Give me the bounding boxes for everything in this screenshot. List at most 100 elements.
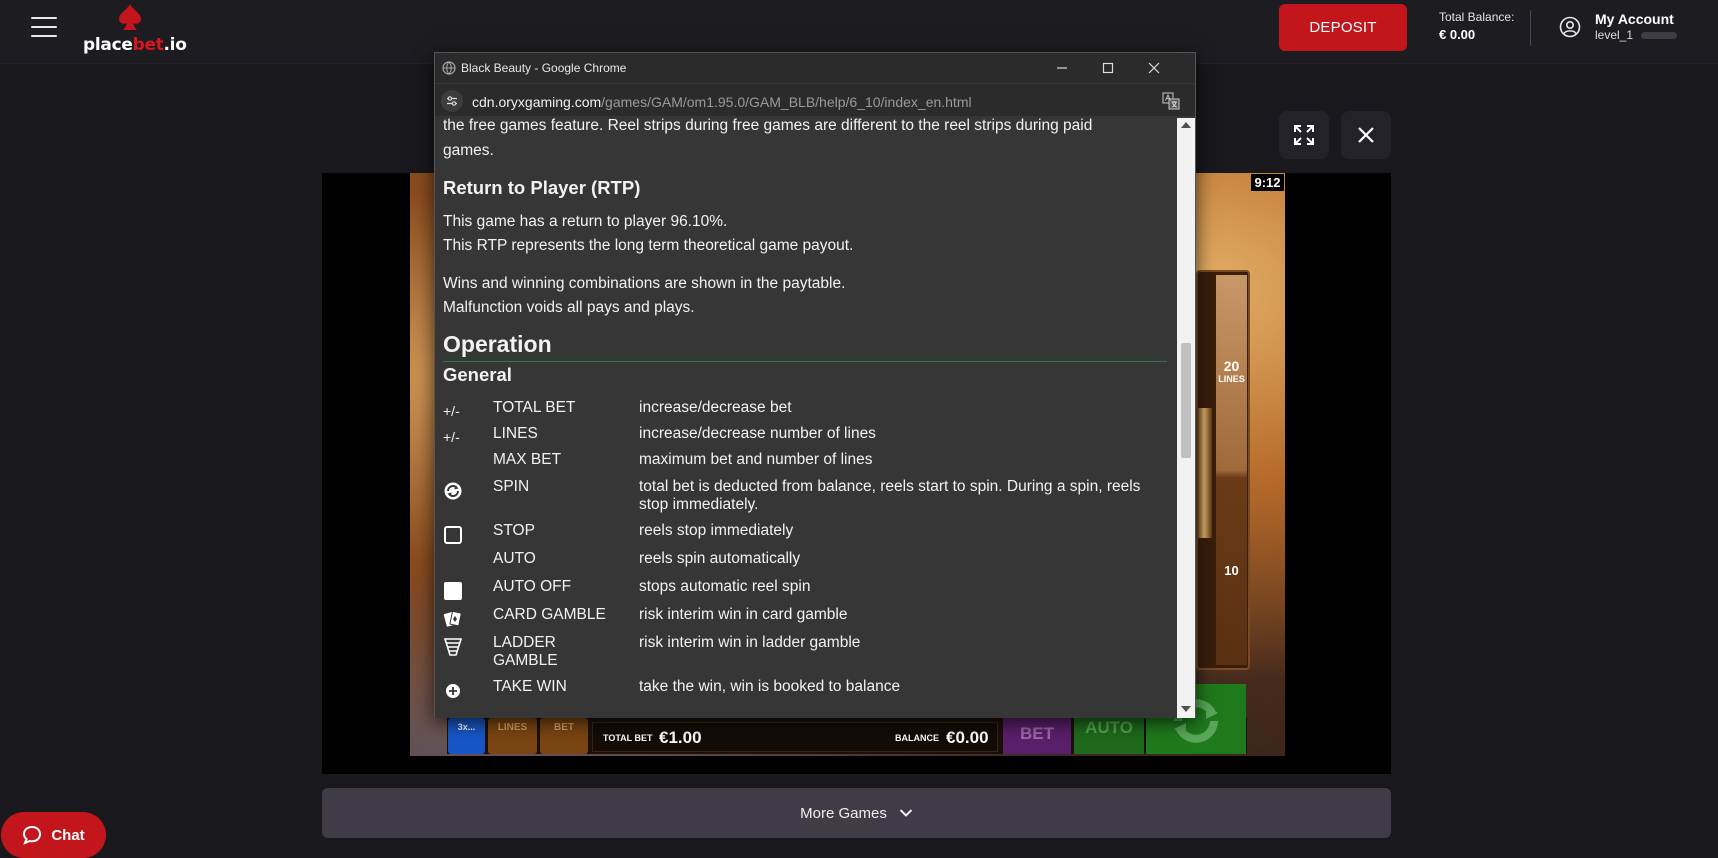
op-prefix: +/- [443, 403, 460, 419]
logo-wordmark: placebet.io [83, 35, 187, 55]
op-key: TOTAL BET [493, 399, 576, 416]
op-prefix: +/- [443, 429, 460, 445]
op-desc: reels stop immediately [639, 522, 794, 539]
account-name: My Account [1595, 11, 1674, 27]
chat-bubble-icon [23, 825, 42, 845]
intro-text-line-2: games. [443, 142, 494, 159]
translate-icon[interactable] [1162, 92, 1180, 110]
op-desc: risk interim win in card gamble [639, 606, 848, 623]
op-key: LADDER GAMBLE [493, 634, 558, 669]
game-balance-value: €0.00 [946, 728, 989, 747]
spin-icon [444, 482, 462, 500]
turbo-button[interactable]: 3x... [448, 718, 485, 754]
site-logo[interactable]: placebet.io [83, 3, 187, 55]
header-divider [1530, 10, 1531, 46]
auto-button[interactable]: AUTO [1074, 718, 1144, 754]
lines-label: LINES [1218, 374, 1245, 384]
site-info-button[interactable] [441, 90, 463, 112]
op-key: AUTO [493, 550, 536, 567]
more-games-button[interactable]: More Games [322, 788, 1391, 838]
op-key: STOP [493, 522, 535, 539]
op-desc: risk interim win in ladder gamble [639, 634, 861, 651]
popup-window-title: Black Beauty - Google Chrome [461, 61, 627, 75]
close-game-button[interactable] [1341, 111, 1391, 159]
minimize-icon [1057, 67, 1067, 69]
lines-button[interactable]: LINES [488, 718, 537, 754]
total-bet-label: TOTAL BET [603, 733, 653, 743]
address-bar[interactable]: cdn.oryxgaming.com/games/GAM/om1.95.0/GA… [435, 83, 1195, 116]
balance-value: € 0.00 [1439, 27, 1476, 42]
op-desc: total bet is deducted from balance, reel… [639, 478, 1141, 513]
bet-small-button[interactable]: BET [540, 718, 588, 754]
ladder-gamble-icon [443, 638, 463, 656]
help-page-content[interactable]: the free games feature. Reel strips duri… [435, 118, 1177, 718]
stop-square-icon [444, 526, 462, 544]
fullscreen-icon [1294, 125, 1314, 145]
op-key: CARD GAMBLE [493, 606, 606, 623]
close-icon [1358, 127, 1374, 143]
op-key: TAKE WIN [493, 678, 567, 695]
scroll-up-arrow-icon[interactable] [1181, 122, 1191, 128]
wins-text-line-2: Malfunction voids all pays and plays. [443, 299, 695, 316]
scrollbar-thumb[interactable] [1181, 343, 1191, 458]
help-popup-window: Black Beauty - Google Chrome cdn.oryxgam… [434, 52, 1196, 718]
lines-count: 20 [1223, 358, 1240, 374]
deposit-button[interactable]: DEPOSIT [1279, 4, 1407, 51]
popup-title-bar[interactable]: Black Beauty - Google Chrome [435, 53, 1195, 83]
op-key: LINES [493, 425, 538, 442]
intro-text-line-1: the free games feature. Reel strips duri… [443, 118, 1093, 134]
game-balance-label: BALANCE [895, 733, 939, 743]
op-desc: take the win, win is booked to balance [639, 678, 901, 695]
rtp-heading: Return to Player (RTP) [443, 177, 641, 198]
url-host: cdn.oryxgaming.com [472, 94, 602, 110]
op-desc: increase/decrease number of lines [639, 425, 876, 442]
reel-edge [1196, 408, 1212, 538]
game-clock: 9:12 [1251, 174, 1284, 191]
lines-indicator-20[interactable]: 20 LINES [1216, 358, 1247, 384]
level-progress-bar [1641, 32, 1677, 39]
wins-text-line-1: Wins and winning combinations are shown … [443, 275, 846, 292]
chevron-down-icon [899, 809, 913, 817]
total-balance: Total Balance: € 0.00 [1439, 10, 1514, 42]
op-desc: maximum bet and number of lines [639, 451, 873, 468]
op-key: SPIN [493, 478, 530, 495]
op-key: AUTO OFF [493, 578, 572, 595]
op-desc: reels spin automatically [639, 550, 801, 567]
hamburger-menu-icon[interactable] [31, 17, 57, 39]
rtp-text-line-2: This RTP represents the long term theore… [443, 237, 854, 254]
card-gamble-icon [443, 611, 462, 627]
maximize-button[interactable] [1085, 53, 1131, 83]
rtp-text-line-1: This game has a return to player 96.10%. [443, 213, 728, 230]
tune-icon [447, 96, 457, 106]
op-desc: increase/decrease bet [639, 399, 792, 416]
window-close-icon [1148, 62, 1160, 74]
my-account-button[interactable]: My Account level_1 [1559, 10, 1704, 46]
bet-balance-display: TOTAL BET €1.00 BALANCE €0.00 [592, 722, 998, 752]
auto-off-square-icon [444, 582, 462, 600]
maximize-icon [1102, 62, 1114, 74]
total-bet-value: €1.00 [659, 728, 702, 747]
bet-button[interactable]: BET [1003, 718, 1071, 754]
operation-heading-rule [443, 361, 1167, 362]
lines-indicator-10[interactable]: 10 [1216, 563, 1247, 578]
chat-label: Chat [51, 826, 85, 844]
general-heading: General [443, 364, 512, 385]
url-path: /games/GAM/om1.95.0/GAM_BLB/help/6_10/in… [601, 94, 972, 110]
paylines-column [1216, 275, 1247, 665]
vertical-scrollbar[interactable] [1177, 118, 1195, 718]
url-text[interactable]: cdn.oryxgaming.com/games/GAM/om1.95.0/GA… [472, 94, 972, 110]
op-desc: stops automatic reel spin [639, 578, 811, 595]
take-win-icon [446, 684, 460, 698]
window-close-button[interactable] [1131, 53, 1177, 83]
account-level: level_1 [1595, 28, 1634, 42]
fullscreen-button[interactable] [1279, 111, 1329, 159]
spade-logo-icon [119, 4, 141, 30]
scroll-down-arrow-icon[interactable] [1181, 706, 1191, 712]
more-games-label: More Games [800, 804, 887, 822]
minimize-button[interactable] [1039, 53, 1085, 83]
balance-label: Total Balance: [1439, 10, 1515, 24]
chat-button[interactable]: Chat [1, 812, 106, 858]
operation-heading: Operation [443, 331, 552, 357]
globe-favicon-icon [442, 61, 456, 75]
op-key: MAX BET [493, 451, 562, 468]
